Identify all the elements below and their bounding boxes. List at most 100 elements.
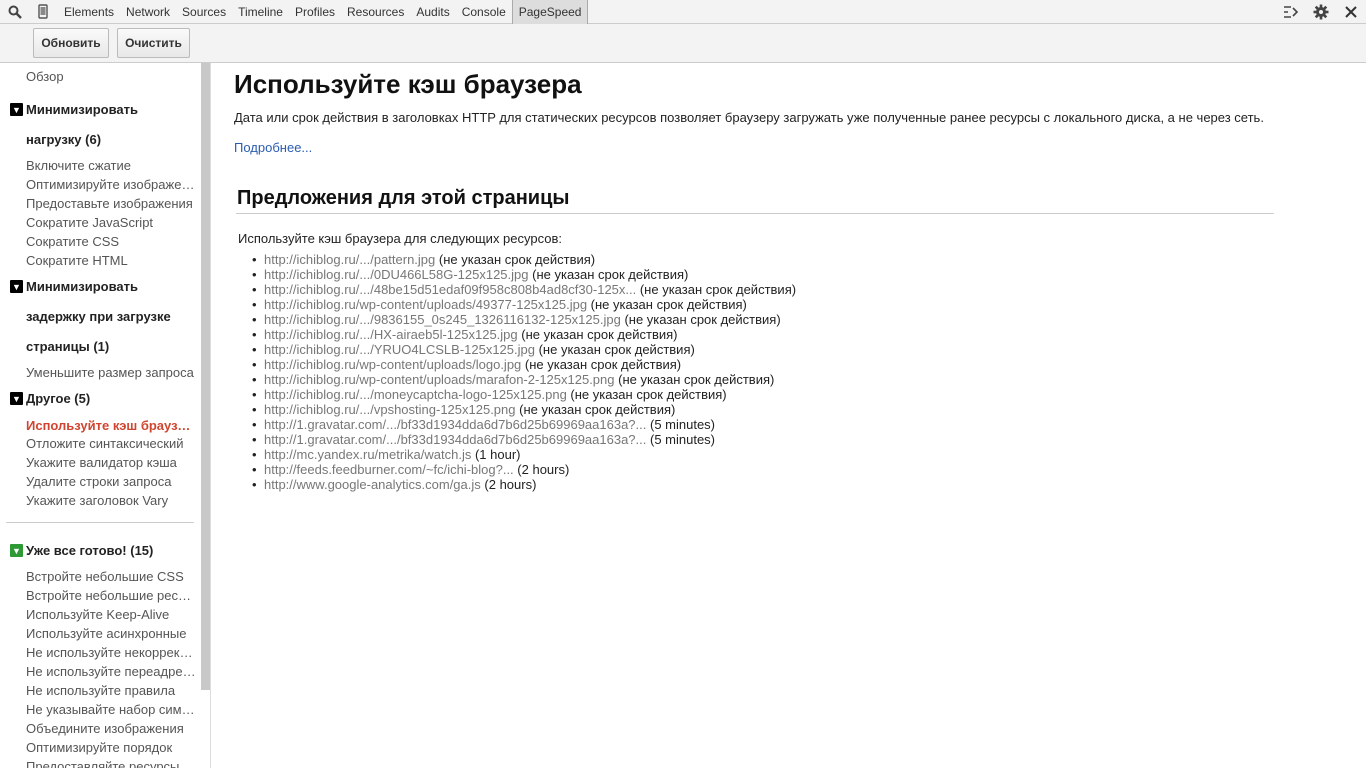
list-item: http://ichiblog.ru/.../HX-airaeb5l-125x1… (252, 327, 796, 342)
rules-sidebar: Обзор ▼ Минимизировать нагрузку (6) Вклю… (0, 63, 200, 768)
list-item: http://1.gravatar.com/.../bf33d1934dda6d… (252, 417, 796, 432)
resource-url[interactable]: http://1.gravatar.com/.../bf33d1934dda6d… (264, 432, 646, 447)
resource-url[interactable]: http://ichiblog.ru/.../0DU466L58G-125x12… (264, 267, 529, 282)
list-item: http://ichiblog.ru/.../48be15d51edaf09f9… (252, 282, 797, 297)
sidebar-item-overview[interactable]: Обзор (26, 69, 196, 84)
group-title-cont: страницы (1) (26, 339, 110, 354)
resource-note: (не указан срок действия) (620, 312, 781, 327)
sidebar-item[interactable]: Не указывайте набор символов (26, 702, 196, 717)
chevron-down-icon: ▼ (10, 544, 23, 557)
sidebar-item[interactable]: Используйте Keep-Alive (26, 607, 196, 622)
resource-url[interactable]: http://ichiblog.ru/.../YRUO4LCSLB-125x12… (264, 342, 535, 357)
clear-button[interactable]: Очистить (117, 28, 190, 58)
suggestions-lead: Используйте кэш браузера для следующих р… (238, 231, 562, 246)
resource-url[interactable]: http://feeds.feedburner.com/~fc/ichi-blo… (264, 462, 514, 477)
sidebar-item[interactable]: Сократите HTML (26, 253, 196, 268)
group-header-done[interactable]: ▼ Уже все готово! (15) (10, 543, 200, 558)
resource-note: (не указан срок действия) (534, 342, 695, 357)
group-title-cont: нагрузку (6) (26, 132, 102, 147)
sidebar-item[interactable]: Укажите заголовок Vary (26, 493, 196, 508)
resource-url[interactable]: http://ichiblog.ru/wp-content/uploads/lo… (264, 357, 521, 372)
resource-url[interactable]: http://ichiblog.ru/.../moneycaptcha-logo… (264, 387, 567, 402)
sidebar-item[interactable]: Оптимизируйте изображения (26, 177, 196, 192)
list-item: http://ichiblog.ru/.../moneycaptcha-logo… (252, 387, 796, 402)
sidebar-item[interactable]: Предоставляйте ресурсы (26, 759, 196, 768)
resource-url[interactable]: http://ichiblog.ru/wp-content/uploads/ma… (264, 372, 615, 387)
sidebar-item[interactable]: Не используйте переадресацию (26, 664, 196, 679)
sidebar-item[interactable]: Сократите CSS (26, 234, 196, 249)
chevron-down-icon: ▼ (10, 103, 23, 116)
resource-note: (1 hour) (471, 447, 521, 462)
group-header-latency[interactable]: ▼ Минимизировать (10, 279, 200, 294)
group-title: Другое (5) (26, 391, 91, 406)
chevron-down-icon: ▼ (10, 280, 23, 293)
tab-sources[interactable]: Sources (176, 0, 232, 24)
panel-tabs: Elements Network Sources Timeline Profil… (58, 0, 589, 24)
tab-pagespeed[interactable]: PageSpeed (511, 0, 589, 24)
sidebar-item[interactable]: Встройте небольшие ресурсы (26, 588, 196, 603)
more-link[interactable]: Подробнее... (234, 140, 312, 155)
resource-note: (не указан срок действия) (587, 297, 747, 312)
tab-network[interactable]: Network (120, 0, 176, 24)
sidebar-item[interactable]: Сократите JavaScript (26, 215, 196, 230)
sidebar-item[interactable]: Встройте небольшие CSS (26, 569, 196, 584)
group-header-payload[interactable]: ▼ Минимизировать (10, 102, 200, 117)
resource-url[interactable]: http://ichiblog.ru/wp-content/uploads/49… (264, 297, 587, 312)
sidebar-item[interactable]: Используйте асинхронные (26, 626, 196, 641)
list-item: http://mc.yandex.ru/metrika/watch.js (1 … (252, 447, 796, 462)
resource-note: (не указан срок действия) (515, 402, 676, 417)
sidebar-item[interactable]: Отложите синтаксический (26, 436, 196, 451)
tab-elements[interactable]: Elements (58, 0, 120, 24)
sidebar-item[interactable]: Не используйте некорректные (26, 645, 196, 660)
resource-url[interactable]: http://1.gravatar.com/.../bf33d1934dda6d… (264, 417, 646, 432)
resource-note: (не указан срок действия) (636, 282, 797, 297)
resource-url[interactable]: http://ichiblog.ru/.../vpshosting-125x12… (264, 402, 516, 417)
refresh-button[interactable]: Обновить (33, 28, 109, 58)
tab-resources[interactable]: Resources (341, 0, 410, 24)
tab-console[interactable]: Console (456, 0, 512, 24)
search-icon[interactable] (0, 0, 30, 24)
sidebar-item[interactable]: Объедините изображения (26, 721, 196, 736)
list-item: http://1.gravatar.com/.../bf33d1934dda6d… (252, 432, 796, 447)
tab-profiles[interactable]: Profiles (289, 0, 341, 24)
resource-note: (не указан срок действия) (517, 327, 678, 342)
resource-url[interactable]: http://ichiblog.ru/.../pattern.jpg (264, 252, 435, 267)
sidebar-item[interactable]: Уменьшите размер запроса (26, 365, 196, 380)
suggestions-title: Предложения для этой страницы (237, 187, 570, 209)
device-mode-icon[interactable] (30, 0, 56, 24)
tab-timeline[interactable]: Timeline (232, 0, 289, 24)
tab-audits[interactable]: Audits (410, 0, 455, 24)
toolbar-right (1276, 0, 1366, 24)
scrollbar-thumb[interactable] (201, 63, 210, 690)
sidebar-item[interactable]: Включите сжатие (26, 158, 196, 173)
resource-url[interactable]: http://ichiblog.ru/.../48be15d51edaf09f9… (264, 282, 636, 297)
list-item: http://ichiblog.ru/.../9836155_0s245_132… (252, 312, 796, 327)
resource-url[interactable]: http://ichiblog.ru/.../HX-airaeb5l-125x1… (264, 327, 518, 342)
sidebar-item-active[interactable]: Используйте кэш браузера (26, 418, 196, 433)
resource-url[interactable]: http://www.google-analytics.com/ga.js (264, 477, 481, 492)
list-item: http://www.google-analytics.com/ga.js (2… (252, 477, 796, 492)
sidebar-item[interactable]: Укажите валидатор кэша (26, 455, 196, 470)
drawer-toggle-icon[interactable] (1276, 0, 1306, 24)
group-title: Минимизировать (26, 102, 139, 117)
sidebar-item[interactable]: Предоставьте изображения (26, 196, 196, 211)
gear-icon[interactable] (1306, 0, 1336, 24)
divider (236, 213, 1274, 214)
group-header-other[interactable]: ▼ Другое (5) (10, 391, 200, 406)
sidebar-item[interactable]: Не используйте правила (26, 683, 196, 698)
devtools-toolbar: Elements Network Sources Timeline Profil… (0, 0, 1366, 24)
resource-note: (5 minutes) (646, 417, 716, 432)
resource-note: (не указан срок действия) (614, 372, 775, 387)
close-icon[interactable] (1336, 0, 1366, 24)
resource-note: (2 hours) (513, 462, 570, 477)
resource-url[interactable]: http://ichiblog.ru/.../9836155_0s245_132… (264, 312, 621, 327)
rule-details: Используйте кэш браузера Дата или срок д… (212, 63, 1366, 768)
sidebar-item[interactable]: Оптимизируйте порядок (26, 740, 196, 755)
sidebar-scrollbar[interactable] (200, 63, 211, 768)
list-item: http://ichiblog.ru/wp-content/uploads/ma… (252, 372, 796, 387)
resource-url[interactable]: http://mc.yandex.ru/metrika/watch.js (264, 447, 471, 462)
sidebar-item[interactable]: Удалите строки запроса (26, 474, 196, 489)
list-item: http://ichiblog.ru/wp-content/uploads/lo… (252, 357, 796, 372)
divider (6, 522, 194, 523)
list-item: http://feeds.feedburner.com/~fc/ichi-blo… (252, 462, 796, 477)
